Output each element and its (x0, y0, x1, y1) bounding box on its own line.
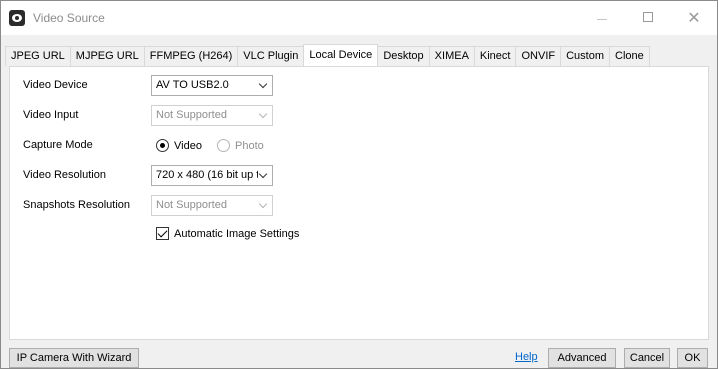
automatic-image-settings-checkbox[interactable]: Automatic Image Settings (156, 227, 299, 240)
tab-desktop[interactable]: Desktop (377, 46, 430, 66)
maximize-button[interactable] (625, 1, 671, 33)
tab-mjpeg-url[interactable]: MJPEG URL (69, 46, 145, 66)
maximize-icon (643, 12, 653, 22)
tab-custom[interactable]: Custom (560, 46, 611, 66)
close-icon: ✕ (687, 7, 701, 27)
minimize-button[interactable] (579, 1, 625, 33)
tab-jpeg-url[interactable]: JPEG URL (5, 46, 71, 66)
source-tabs: JPEG URL MJPEG URL FFMPEG (H264) VLC Plu… (5, 44, 650, 66)
video-device-select[interactable]: AV TO USB2.0 (151, 75, 273, 96)
tab-clone[interactable]: Clone (609, 46, 650, 66)
radio-unchecked-icon (217, 139, 230, 152)
tab-ximea[interactable]: XIMEA (428, 46, 475, 66)
snapshots-resolution-value: Not Supported (156, 199, 227, 211)
video-device-value: AV TO USB2.0 (156, 79, 229, 91)
title-bar: Video Source ✕ (1, 1, 717, 35)
window-title: Video Source (33, 11, 105, 25)
video-resolution-value: 720 x 480 (16 bit up to (156, 169, 258, 181)
capture-mode-photo-radio: Photo (217, 139, 264, 152)
chevron-down-icon (258, 109, 268, 119)
video-device-label: Video Device (23, 79, 88, 91)
capture-mode-video-radio[interactable]: Video (156, 139, 202, 152)
tab-kinect[interactable]: Kinect (473, 46, 517, 66)
help-link[interactable]: Help (515, 351, 538, 363)
tab-local-device[interactable]: Local Device (303, 44, 379, 66)
minimize-icon (597, 18, 607, 20)
chevron-down-icon (258, 169, 268, 179)
tab-vlc-plugin[interactable]: VLC Plugin (237, 46, 305, 66)
automatic-image-settings-label: Automatic Image Settings (174, 227, 300, 240)
tab-ffmpeg-h264[interactable]: FFMPEG (H264) (143, 46, 239, 66)
ip-camera-wizard-button[interactable]: IP Camera With Wizard (9, 348, 139, 368)
video-input-value: Not Supported (156, 109, 227, 121)
snapshots-resolution-label: Snapshots Resolution (23, 199, 131, 211)
ok-button[interactable]: OK (677, 348, 708, 368)
capture-mode-photo-label: Photo (235, 139, 264, 152)
video-input-select: Not Supported (151, 105, 273, 126)
advanced-button[interactable]: Advanced (548, 348, 616, 368)
video-input-label: Video Input (23, 109, 79, 121)
webcam-icon (9, 10, 25, 26)
cancel-button[interactable]: Cancel (624, 348, 670, 368)
radio-checked-icon (156, 139, 169, 152)
chevron-down-icon (258, 79, 268, 89)
capture-mode-label: Capture Mode (23, 139, 93, 151)
video-resolution-label: Video Resolution (23, 169, 106, 181)
video-resolution-select[interactable]: 720 x 480 (16 bit up to (151, 165, 273, 186)
chevron-down-icon (258, 199, 268, 209)
tab-onvif[interactable]: ONVIF (515, 46, 562, 66)
close-button[interactable]: ✕ (671, 1, 717, 33)
snapshots-resolution-select: Not Supported (151, 195, 273, 216)
capture-mode-video-label: Video (174, 139, 202, 152)
checkbox-checked-icon (156, 227, 169, 240)
video-source-dialog: Video Source ✕ JPEG URL MJPEG URL FFMPEG… (0, 0, 718, 369)
